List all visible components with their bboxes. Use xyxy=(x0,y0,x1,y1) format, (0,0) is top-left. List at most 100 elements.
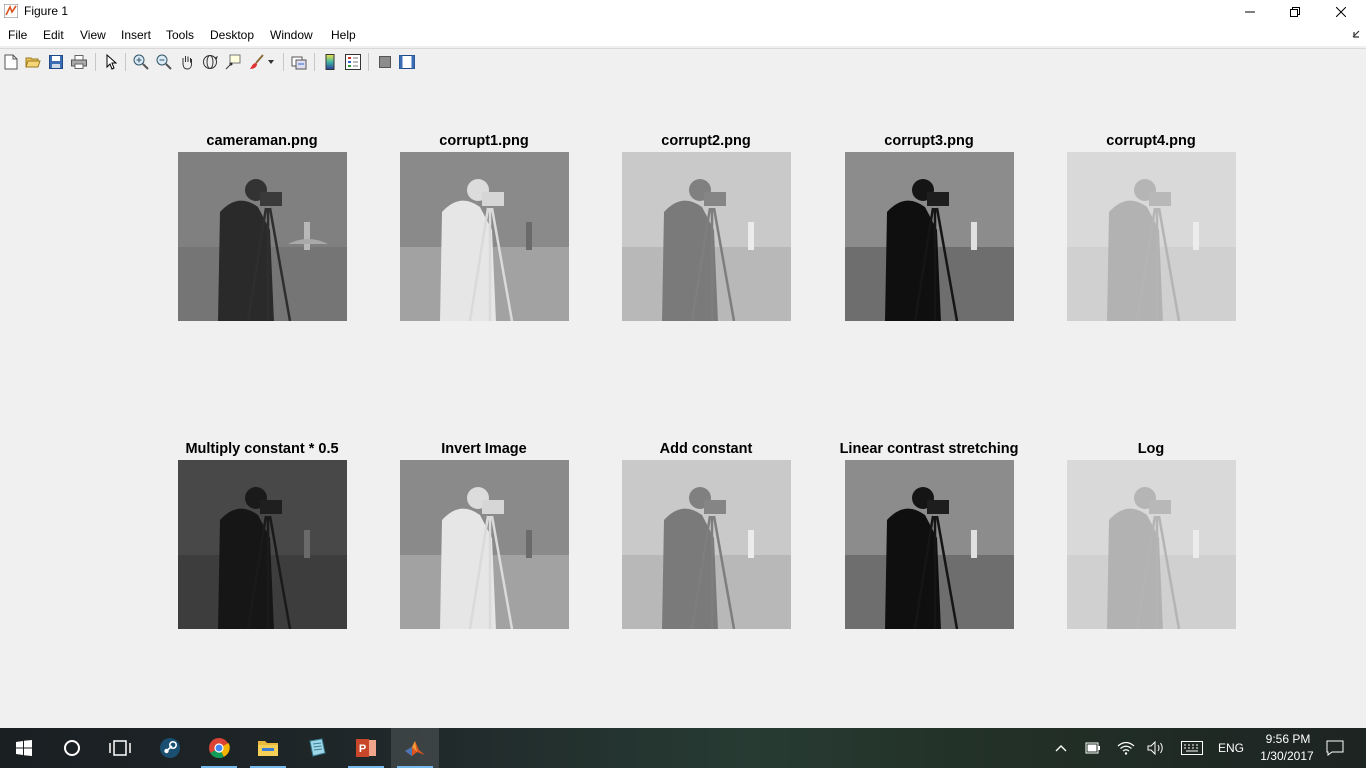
clock-time[interactable]: 9:56 PM xyxy=(1258,732,1318,746)
taskbar-file-explorer[interactable] xyxy=(244,728,292,768)
link-plot-button[interactable] xyxy=(290,53,308,71)
clock-date[interactable]: 1/30/2017 xyxy=(1254,749,1320,763)
taskbar-notepad[interactable] xyxy=(293,728,341,768)
dock-figure-icon[interactable] xyxy=(1352,30,1360,38)
menu-view[interactable]: View xyxy=(80,28,106,42)
task-view-button[interactable] xyxy=(96,728,144,768)
invert-image xyxy=(400,460,569,629)
menu-window[interactable]: Window xyxy=(270,28,313,42)
toolbar-separator xyxy=(95,53,96,71)
brush-icon xyxy=(250,54,264,69)
subplot-title: corrupt1.png xyxy=(439,133,529,149)
close-button[interactable] xyxy=(1318,0,1364,24)
show-hidden-icons-button[interactable] xyxy=(1050,728,1072,768)
edit-plot-button[interactable] xyxy=(102,53,120,71)
save-icon xyxy=(49,55,63,69)
cameraman-image xyxy=(178,152,347,321)
add-constant-image xyxy=(622,460,791,629)
corrupt4-image xyxy=(1067,152,1236,321)
taskbar-chrome[interactable] xyxy=(195,728,243,768)
menu-insert[interactable]: Insert xyxy=(121,28,151,42)
zoom-in-icon xyxy=(133,54,149,70)
zoom-out-button[interactable] xyxy=(155,53,173,71)
brush-dropdown-button[interactable] xyxy=(266,53,276,71)
image-corrupt2[interactable] xyxy=(622,152,791,321)
action-center-button[interactable] xyxy=(1320,728,1350,768)
save-button[interactable] xyxy=(47,53,65,71)
steam-icon xyxy=(160,738,180,758)
taskbar-powerpoint[interactable]: P xyxy=(342,728,390,768)
zoom-in-button[interactable] xyxy=(132,53,150,71)
hide-plot-tools-icon xyxy=(379,56,391,68)
volume-button[interactable] xyxy=(1145,728,1167,768)
menu-edit[interactable]: Edit xyxy=(43,28,64,42)
restore-icon xyxy=(1290,7,1300,17)
image-add-constant[interactable] xyxy=(622,460,791,629)
subplot-title: corrupt3.png xyxy=(884,133,974,149)
corrupt1-image xyxy=(400,152,569,321)
pan-icon xyxy=(182,56,192,70)
image-corrupt3[interactable] xyxy=(845,152,1014,321)
image-invert[interactable] xyxy=(400,460,569,629)
colorbar-icon xyxy=(325,54,335,70)
task-view-icon xyxy=(109,740,131,756)
toolbar-separator xyxy=(125,53,126,71)
new-figure-icon xyxy=(4,54,18,70)
cortana-button[interactable] xyxy=(48,728,96,768)
linear-contrast-image xyxy=(845,460,1014,629)
matlab-icon xyxy=(405,741,425,756)
notifications-icon xyxy=(1326,740,1344,756)
wifi-icon xyxy=(1117,741,1135,755)
colorbar-button[interactable] xyxy=(321,53,339,71)
subplot-title: Multiply constant * 0.5 xyxy=(185,441,339,457)
windows-taskbar: P ENG 9:56 PM 1/30/2017 xyxy=(0,728,1366,768)
powerpoint-icon: P xyxy=(356,739,376,757)
image-cameraman[interactable] xyxy=(178,152,347,321)
zoom-out-icon xyxy=(156,54,172,70)
cortana-icon xyxy=(64,740,80,756)
file-explorer-icon xyxy=(258,741,278,756)
restore-button[interactable] xyxy=(1272,0,1318,24)
subplot-title: corrupt2.png xyxy=(661,133,751,149)
start-button[interactable] xyxy=(0,728,48,768)
hide-plot-tools-button[interactable] xyxy=(376,53,394,71)
image-multiply-constant[interactable] xyxy=(178,460,347,629)
title-bar: Figure 1 xyxy=(0,0,1366,24)
svg-text:P: P xyxy=(359,743,366,755)
network-button[interactable] xyxy=(1115,728,1137,768)
pan-button[interactable] xyxy=(178,53,196,71)
menu-help[interactable]: Help xyxy=(331,28,356,42)
toolbar-separator xyxy=(283,53,284,71)
image-linear-contrast[interactable] xyxy=(845,460,1014,629)
minimize-icon xyxy=(1245,11,1255,13)
image-log[interactable] xyxy=(1067,460,1236,629)
menu-desktop[interactable]: Desktop xyxy=(210,28,254,42)
minimize-button[interactable] xyxy=(1227,0,1273,24)
open-file-button[interactable] xyxy=(24,53,42,71)
touch-keyboard-button[interactable] xyxy=(1178,728,1206,768)
chevron-down-icon xyxy=(268,60,274,64)
print-button[interactable] xyxy=(70,53,88,71)
rotate-3d-icon xyxy=(203,55,218,69)
image-corrupt4[interactable] xyxy=(1067,152,1236,321)
new-figure-button[interactable] xyxy=(2,53,20,71)
rotate-3d-button[interactable] xyxy=(201,53,219,71)
figure-canvas: cameraman.png corrupt1.png corrupt2.png … xyxy=(0,76,1366,728)
brush-button[interactable] xyxy=(248,53,266,71)
input-language[interactable]: ENG xyxy=(1218,741,1244,755)
data-cursor-icon xyxy=(225,54,241,70)
battery-icon xyxy=(1085,742,1100,754)
start-icon xyxy=(16,740,32,756)
image-corrupt1[interactable] xyxy=(400,152,569,321)
data-cursor-button[interactable] xyxy=(224,53,242,71)
menu-file[interactable]: File xyxy=(8,28,27,42)
subplot-title: Invert Image xyxy=(441,441,527,457)
taskbar-steam[interactable] xyxy=(146,728,194,768)
multiply-constant-image xyxy=(178,460,347,629)
battery-button[interactable] xyxy=(1082,728,1104,768)
log-image xyxy=(1067,460,1236,629)
taskbar-matlab[interactable] xyxy=(391,728,439,768)
legend-button[interactable] xyxy=(344,53,362,71)
show-plot-tools-button[interactable] xyxy=(398,53,416,71)
menu-tools[interactable]: Tools xyxy=(166,28,194,42)
